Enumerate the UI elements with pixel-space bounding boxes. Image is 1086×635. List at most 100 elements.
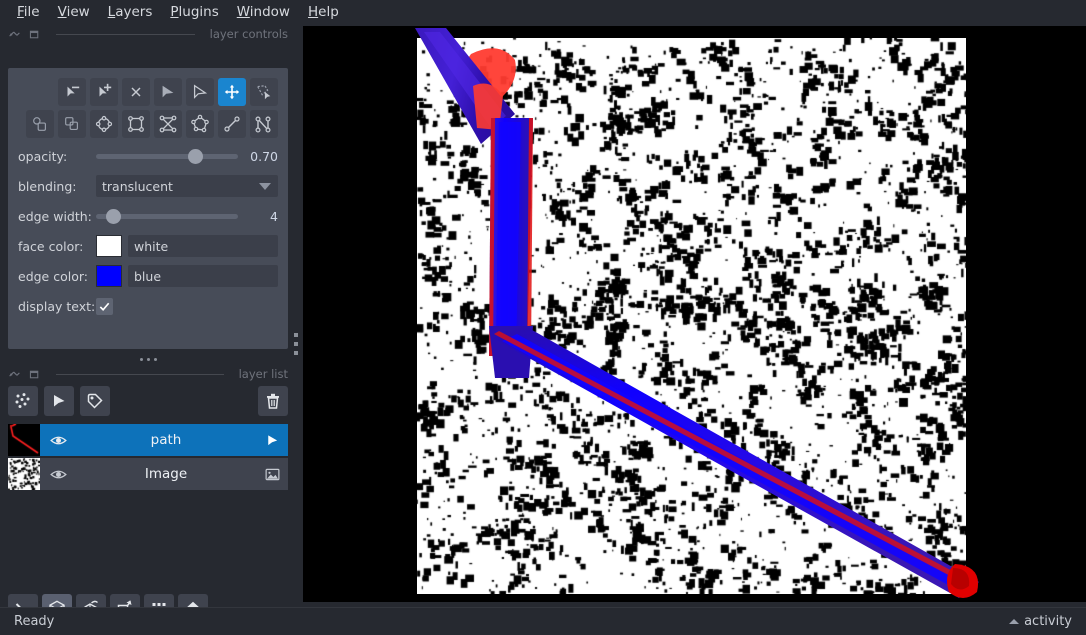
face-color-swatch[interactable]	[96, 235, 122, 257]
layer-visibility-toggle[interactable]	[40, 431, 76, 450]
check-icon	[99, 302, 110, 311]
edge-width-slider[interactable]	[96, 206, 238, 226]
menu-item-view[interactable]: View	[49, 2, 99, 22]
menu-item-file[interactable]: File	[8, 2, 49, 22]
layer-controls-title: layer controls	[209, 27, 288, 41]
delete-shape-button[interactable]	[122, 78, 150, 106]
new-points-layer-button[interactable]	[8, 386, 38, 416]
close-icon	[131, 87, 141, 97]
select-shapes-icon	[193, 84, 208, 99]
edge-color-input[interactable]: blue	[128, 265, 278, 287]
shape-tools-row-1	[18, 78, 278, 106]
add-polygon-button[interactable]	[186, 110, 214, 138]
shapes-icon	[267, 434, 277, 445]
layer-controls-header: layer controls	[0, 24, 296, 44]
layer-type-icon-shapes	[256, 432, 288, 449]
display-text-control: display text:	[18, 294, 278, 318]
add-line-button[interactable]	[218, 110, 246, 138]
status-message: Ready	[14, 614, 55, 629]
float-dock-icon[interactable]	[8, 368, 21, 381]
add-rectangle-button[interactable]	[122, 110, 150, 138]
grip-dot	[146, 357, 150, 361]
menu-item-window[interactable]: Window	[228, 2, 299, 22]
labels-tag-icon	[87, 393, 103, 409]
chevron-up-icon	[1009, 619, 1020, 624]
header-divider	[56, 373, 224, 375]
direct-select-icon	[162, 85, 174, 98]
layer-list-buttons	[8, 386, 288, 416]
layer-row-path[interactable]: path	[8, 424, 288, 456]
new-labels-layer-button[interactable]	[80, 386, 110, 416]
select-shapes-button[interactable]	[186, 78, 214, 106]
opacity-value: 0.70	[250, 148, 278, 164]
blending-select[interactable]: translucent	[96, 175, 278, 197]
opacity-slider-handle[interactable]	[188, 149, 204, 164]
eye-icon	[49, 470, 67, 478]
activity-label: activity	[1024, 614, 1072, 629]
transform-icon	[256, 85, 271, 100]
edge-width-label: edge width:	[18, 208, 92, 224]
blending-value: translucent	[102, 178, 173, 194]
trash-icon	[267, 393, 279, 409]
edge-width-slider-handle[interactable]	[106, 209, 122, 224]
edge-color-control: edge color: blue	[18, 264, 278, 288]
move-to-back-icon	[65, 117, 78, 130]
blending-label: blending:	[18, 178, 77, 194]
viewer-canvas[interactable]	[303, 26, 1086, 602]
grip-dot	[153, 357, 157, 361]
face-color-control: face color: white	[18, 234, 278, 258]
move-to-back-button[interactable]	[58, 110, 86, 138]
select-vertex-remove-icon	[67, 86, 80, 97]
direct-select-button[interactable]	[154, 78, 182, 106]
points-icon	[15, 393, 30, 408]
display-text-label: display text:	[18, 298, 96, 314]
opacity-label: opacity:	[18, 148, 68, 164]
face-color-label: face color:	[18, 238, 84, 254]
eye-icon	[49, 436, 67, 444]
layer-list: path Image	[8, 424, 288, 492]
edge-width-value: 4	[270, 208, 278, 224]
tool-spacer	[26, 78, 54, 106]
opacity-control: opacity: 0.70	[18, 144, 278, 168]
select-vertex-remove-button[interactable]	[58, 78, 86, 106]
layer-list-header: layer list	[0, 364, 296, 384]
undock-icon[interactable]	[28, 28, 41, 41]
grip-dot	[294, 351, 298, 355]
grip-dot	[294, 333, 298, 337]
opacity-slider[interactable]	[96, 146, 238, 166]
layer-thumbnail	[8, 424, 40, 456]
layer-row-image[interactable]: Image	[8, 458, 288, 490]
pan-zoom-icon	[224, 84, 240, 100]
undock-icon[interactable]	[28, 368, 41, 381]
layer-type-icon-image	[256, 466, 288, 483]
menu-item-plugins[interactable]: Plugins	[161, 2, 227, 22]
shape-tools-row-2	[18, 110, 278, 138]
grip-dot	[139, 357, 143, 361]
display-text-checkbox[interactable]	[96, 297, 113, 315]
header-divider	[56, 33, 195, 35]
menu-item-help[interactable]: Help	[299, 2, 348, 22]
move-to-front-button[interactable]	[26, 110, 54, 138]
float-dock-icon[interactable]	[8, 28, 21, 41]
add-path-button[interactable]	[250, 110, 278, 138]
add-ellipse-button[interactable]	[90, 110, 118, 138]
edge-width-control: edge width: 4	[18, 204, 278, 228]
menu-item-layers[interactable]: Layers	[99, 2, 162, 22]
layer-visibility-toggle[interactable]	[40, 465, 76, 484]
new-shapes-layer-button[interactable]	[44, 386, 74, 416]
delete-layer-button[interactable]	[258, 386, 288, 416]
add-polygon-lasso-button[interactable]	[154, 110, 182, 138]
face-color-input[interactable]: white	[128, 235, 278, 257]
layer-name-label: Image	[144, 466, 188, 482]
layer-name-label: path	[150, 432, 182, 448]
panel-resize-handle-vertical[interactable]	[290, 324, 302, 364]
select-vertex-add-button[interactable]	[90, 78, 118, 106]
rectangle-icon	[128, 116, 144, 132]
edge-color-swatch[interactable]	[96, 265, 122, 287]
pan-zoom-button[interactable]	[218, 78, 246, 106]
activity-button[interactable]: activity	[1009, 614, 1072, 629]
left-dock-panel: layer controls opacity: 0.70 blending: t…	[0, 24, 298, 624]
transform-button[interactable]	[250, 78, 278, 106]
opacity-slider-track	[96, 154, 238, 159]
shapes-icon	[54, 395, 65, 407]
